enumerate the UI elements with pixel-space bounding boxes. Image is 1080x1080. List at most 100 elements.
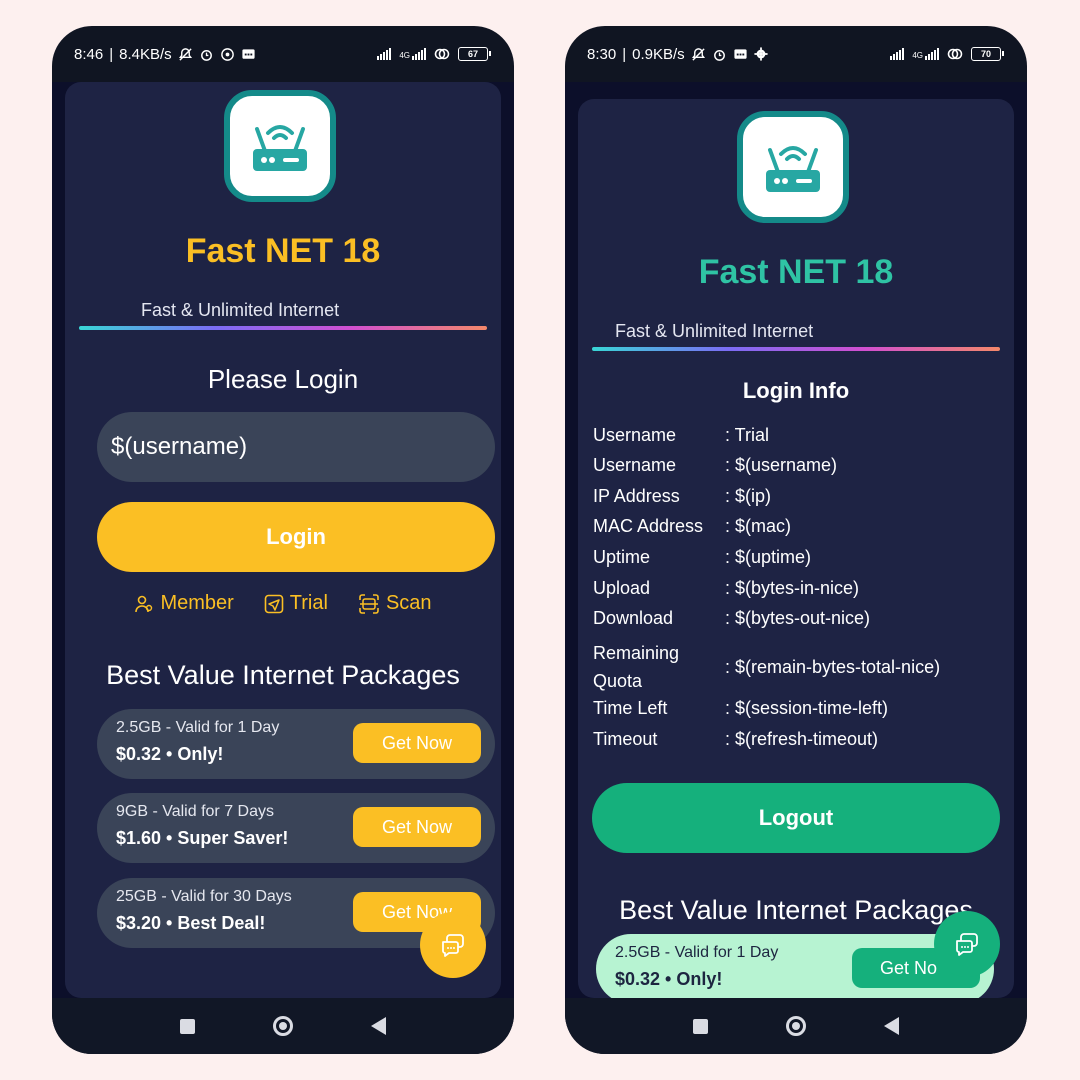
chat-icon: [440, 932, 466, 958]
router-logo-icon: [224, 90, 336, 202]
signal-icon: [890, 48, 905, 60]
packages-heading: Best Value Internet Packages: [106, 660, 460, 690]
recents-icon[interactable]: [180, 1018, 195, 1034]
back-icon[interactable]: [884, 1017, 899, 1035]
info-row: Uptime : $(uptime): [593, 547, 973, 568]
scan-link[interactable]: Scan: [358, 592, 432, 615]
package-title: 25GB - Valid for 30 Days: [116, 888, 292, 905]
info-value: : $(ip): [725, 486, 772, 506]
send-icon: [264, 594, 284, 614]
status-time: 8:30: [587, 45, 617, 63]
get-now-button[interactable]: Get Now: [353, 807, 481, 847]
page-title: Login Info: [742, 378, 850, 403]
info-value: : $(bytes-out-nice): [725, 608, 871, 628]
info-label: Remaining Quota: [593, 643, 680, 691]
info-label: MAC Address: [593, 516, 704, 536]
info-label: Username: [593, 425, 677, 445]
status-time: 8:46: [74, 45, 104, 63]
signal-4g-icon: [412, 48, 426, 60]
chat-button[interactable]: [420, 912, 486, 978]
alarm-icon: [199, 47, 214, 62]
login-button[interactable]: Login: [97, 502, 495, 572]
info-value: : $(mac): [725, 516, 792, 536]
member-link[interactable]: Member: [134, 592, 234, 615]
logout-button[interactable]: Logout: [592, 783, 1000, 853]
phone-status-screen: 8:30 | 0.9KB/s 4G 70 Fast NET 18 Fast & …: [565, 26, 1027, 1054]
info-row: Upload : $(bytes-in-nice): [593, 578, 973, 599]
link-icon: [947, 47, 963, 61]
status-speed: 8.4KB/s: [119, 45, 172, 63]
info-row: MAC Address : $(mac): [593, 516, 973, 537]
info-label: Uptime: [593, 547, 651, 567]
info-value: : $(bytes-in-nice): [725, 578, 860, 598]
package-title: 2.5GB - Valid for 1 Day: [116, 719, 280, 736]
battery-icon: 70: [971, 47, 1004, 61]
info-value: : $(uptime): [725, 547, 812, 567]
network-type: 4G: [912, 51, 923, 60]
status-speed: 0.9KB/s: [632, 45, 685, 63]
username-field[interactable]: [97, 412, 495, 482]
info-label: IP Address: [593, 486, 680, 506]
user-icon: [134, 594, 154, 614]
package-card: 2.5GB - Valid for 1 Day $0.32 • Only! Ge…: [97, 709, 495, 779]
info-label: Upload: [593, 578, 651, 598]
info-row: Remaining Quota : $(remain-bytes-total-n…: [593, 639, 973, 695]
home-icon[interactable]: [273, 1016, 293, 1036]
navigation-bar: [52, 998, 514, 1054]
back-icon[interactable]: [371, 1017, 386, 1035]
info-value: : $(remain-bytes-total-nice): [725, 656, 941, 677]
navigation-bar: [565, 998, 1027, 1054]
package-card: 9GB - Valid for 7 Days $1.60 • Super Sav…: [97, 793, 495, 863]
bell-muted-icon: [178, 47, 193, 62]
trial-link[interactable]: Trial: [264, 592, 328, 615]
login-info-card: Fast NET 18 Fast & Unlimited Internet Lo…: [578, 99, 1014, 998]
app-title: Fast NET 18: [698, 253, 894, 291]
network-type: 4G: [399, 51, 410, 60]
message-icon: [241, 47, 256, 62]
login-card: Fast NET 18 Fast & Unlimited Internet Pl…: [65, 82, 501, 998]
package-price: $0.32 • Only!: [116, 744, 224, 764]
gradient-divider: [592, 347, 1000, 351]
info-row: Time Left : $(session-time-left): [593, 698, 973, 719]
info-label: Timeout: [593, 729, 658, 749]
app-title: Fast NET 18: [185, 232, 381, 270]
info-row: Username : $(username): [593, 455, 973, 476]
settings-gear-icon: [754, 47, 768, 61]
package-title: 9GB - Valid for 7 Days: [116, 803, 274, 820]
page-title: Please Login: [207, 364, 359, 394]
info-label: Username: [593, 455, 677, 475]
app-screen: Fast NET 18 Fast & Unlimited Internet Pl…: [52, 82, 514, 998]
login-options: Member Trial Scan: [65, 592, 501, 615]
chat-button[interactable]: [934, 911, 1000, 977]
status-bar: 8:30 | 0.9KB/s 4G 70: [565, 26, 1027, 82]
signal-icon: [377, 48, 392, 60]
app-screen: Fast NET 18 Fast & Unlimited Internet Lo…: [565, 82, 1027, 998]
bell-muted-icon: [691, 47, 706, 62]
tagline: Fast & Unlimited Internet: [615, 321, 814, 341]
gradient-divider: [79, 326, 487, 330]
phone-login-screen: 8:46 | 8.4KB/s 4G 67 Fast NET 18 Fast & …: [52, 26, 514, 1054]
info-label: Time Left: [593, 698, 668, 718]
status-bar: 8:46 | 8.4KB/s 4G 67: [52, 26, 514, 82]
router-logo-icon: [737, 111, 849, 223]
info-row: Username : Trial: [593, 425, 973, 446]
recents-icon[interactable]: [693, 1018, 708, 1034]
get-now-button[interactable]: Get Now: [353, 723, 481, 763]
tagline: Fast & Unlimited Internet: [141, 300, 340, 320]
alarm-icon: [712, 47, 727, 62]
package-price: $0.32 • Only!: [615, 969, 723, 989]
home-icon[interactable]: [786, 1016, 806, 1036]
info-row: Download : $(bytes-out-nice): [593, 608, 973, 629]
info-value: : $(username): [725, 455, 838, 475]
info-value: : $(session-time-left): [725, 698, 889, 718]
package-title: 2.5GB - Valid for 1 Day: [615, 944, 779, 961]
info-label: Download: [593, 608, 674, 628]
signal-4g-icon: [925, 48, 939, 60]
info-row: Timeout : $(refresh-timeout): [593, 729, 973, 750]
scan-icon: [358, 593, 380, 614]
info-row: IP Address : $(ip): [593, 486, 973, 507]
link-icon: [434, 47, 450, 61]
battery-icon: 67: [458, 47, 491, 61]
message-icon: [733, 47, 748, 62]
info-value: : Trial: [725, 425, 770, 445]
